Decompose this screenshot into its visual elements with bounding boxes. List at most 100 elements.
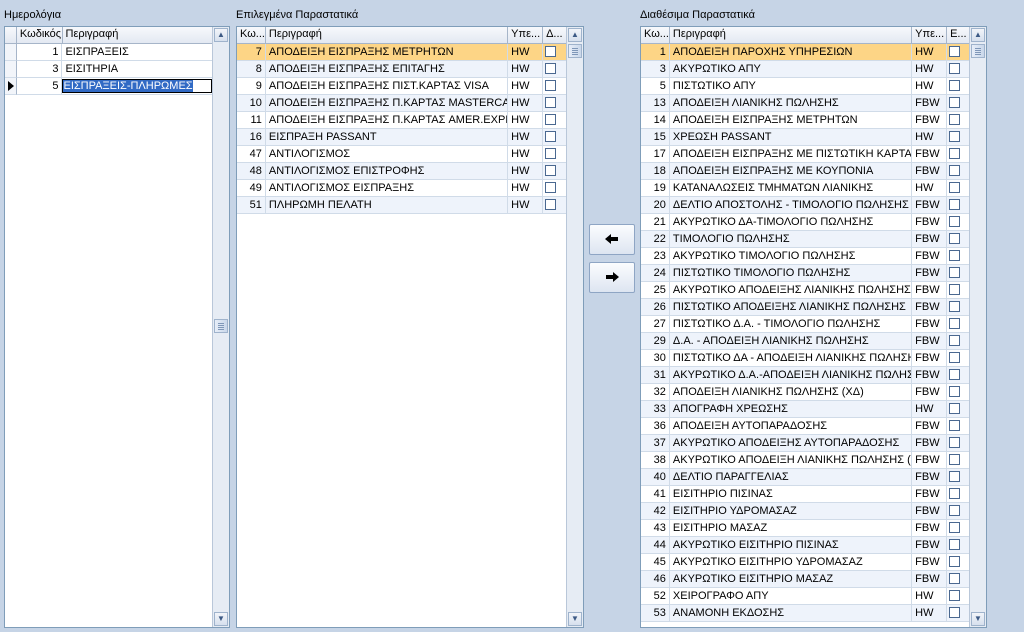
cell-description[interactable]: ΕΙΣΠΡΑΞΗ PASSANT — [265, 129, 509, 146]
row-checkbox[interactable] — [949, 403, 961, 414]
table-row[interactable]: 43 ΕΙΣΙΤΗΡΙΟ ΜΑΣΑΖ FBW — [641, 520, 971, 537]
table-row[interactable]: 1 ΕΙΣΠΡΑΞΕΙΣ — [5, 44, 213, 61]
table-row[interactable]: 42 ΕΙΣΙΤΗΡΙΟ ΥΔΡΟΜΑΣΑΖ FBW — [641, 503, 971, 520]
cell-type[interactable]: HW — [508, 78, 544, 95]
cell-type[interactable]: FBW — [912, 554, 948, 571]
cell-code[interactable]: 47 — [237, 146, 266, 163]
cell-type[interactable]: FBW — [912, 299, 948, 316]
cell-description[interactable]: ΑΝΑΜΟΝΗ ΕΚΔΟΣΗΣ — [669, 605, 913, 622]
cell-code[interactable]: 15 — [641, 129, 670, 146]
cell-code[interactable]: 11 — [237, 112, 266, 129]
row-checkbox[interactable] — [949, 131, 961, 142]
row-indicator[interactable] — [5, 44, 17, 61]
cell-description[interactable]: Δ.Α. - ΑΠΟΔΕΙΞΗ ΛΙΑΝΙΚΗΣ ΠΩΛΗΣΗΣ — [669, 333, 913, 350]
cell-description[interactable]: ΑΝΤΙΛΟΓΙΣΜΟΣ ΕΙΣΠΡΑΞΗΣ — [265, 180, 509, 197]
row-checkbox[interactable] — [545, 199, 557, 210]
row-checkbox[interactable] — [949, 46, 961, 57]
cell-code[interactable]: 7 — [237, 44, 266, 61]
cell-code[interactable]: 46 — [641, 571, 670, 588]
cell-type[interactable]: HW — [912, 78, 948, 95]
row-checkbox[interactable] — [949, 573, 961, 584]
chevron-up-icon[interactable]: ▲ — [568, 28, 582, 42]
cell-type[interactable]: HW — [912, 588, 948, 605]
cell-code[interactable]: 5 — [641, 78, 670, 95]
cell-code[interactable]: 18 — [641, 163, 670, 180]
cell-flag[interactable] — [947, 520, 971, 537]
cell-description[interactable]: ΑΠΟΔΕΙΞΗ ΠΑΡΟΧΗΣ ΥΠΗΡΕΣΙΩΝ — [669, 44, 913, 61]
table-row[interactable]: 18 ΑΠΟΔΕΙΞΗ ΕΙΣΠΡΑΞΗΣ ΜΕ ΚΟΥΠΟΝΙΑ FBW — [641, 163, 971, 180]
cell-flag[interactable] — [543, 78, 567, 95]
cell-flag[interactable] — [947, 588, 971, 605]
cell-code[interactable]: 20 — [641, 197, 670, 214]
cell-flag[interactable] — [543, 146, 567, 163]
row-checkbox[interactable] — [949, 590, 961, 601]
table-row[interactable]: 11ΑΠΟΔΕΙΞΗ ΕΙΣΠΡΑΞΗΣ Π.ΚΑΡΤΑΣ AMER.EXPRE… — [237, 112, 567, 129]
cell-description[interactable]: ΑΚΥΡΩΤΙΚΟ Δ.Α.-ΑΠΟΔΕΙΞΗ ΛΙΑΝΙΚΗΣ ΠΩΛΗΣΗΣ — [669, 367, 913, 384]
table-row[interactable]: 5 ΠΙΣΤΩΤΙΚΟ ΑΠΥ HW — [641, 78, 971, 95]
cell-type[interactable]: FBW — [912, 486, 948, 503]
cell-description[interactable]: ΕΙΣΙΤΗΡΙΟ ΠΙΣΙΝΑΣ — [669, 486, 913, 503]
cell-type[interactable]: FBW — [912, 316, 948, 333]
table-row[interactable]: 44 ΑΚΥΡΩΤΙΚΟ ΕΙΣΙΤΗΡΙΟ ΠΙΣΙΝΑΣ FBW — [641, 537, 971, 554]
cell-flag[interactable] — [543, 112, 567, 129]
selected-docs-scrollbar[interactable]: ▲ ▼ — [566, 27, 583, 627]
cell-type[interactable]: HW — [508, 61, 544, 78]
cell-type[interactable]: HW — [912, 605, 948, 622]
cell-flag[interactable] — [947, 248, 971, 265]
cell-type[interactable]: FBW — [912, 469, 948, 486]
cell-flag[interactable] — [947, 44, 971, 61]
row-checkbox[interactable] — [949, 454, 961, 465]
cell-flag[interactable] — [947, 265, 971, 282]
cell-type[interactable]: FBW — [912, 112, 948, 129]
table-row[interactable]: 27 ΠΙΣΤΩΤΙΚΟ Δ.Α. - ΤΙΜΟΛΟΓΙΟ ΠΩΛΗΣΗΣ FBW — [641, 316, 971, 333]
row-checkbox[interactable] — [949, 352, 961, 363]
cell-flag[interactable] — [947, 231, 971, 248]
row-checkbox[interactable] — [545, 165, 557, 176]
cell-flag[interactable] — [947, 435, 971, 452]
cell-code[interactable]: 31 — [641, 367, 670, 384]
row-checkbox[interactable] — [949, 539, 961, 550]
cell-description[interactable]: ΠΙΣΤΩΤΙΚΟ ΑΠΟΔΕΙΞΗΣ ΛΙΑΝΙΚΗΣ ΠΩΛΗΣΗΣ — [669, 299, 913, 316]
cell-description[interactable]: ΑΠΟΔΕΙΞΗ ΕΙΣΠΡΑΞΗΣ Π.ΚΑΡΤΑΣ AMER.EXPRESS — [265, 112, 509, 129]
row-checkbox[interactable] — [949, 471, 961, 482]
row-checkbox[interactable] — [949, 80, 961, 91]
scroll-thumb[interactable] — [214, 319, 228, 333]
chevron-down-icon[interactable]: ▼ — [568, 612, 582, 626]
table-row[interactable]: 14 ΑΠΟΔΕΙΞΗ ΕΙΣΠΡΑΞΗΣ ΜΕΤΡΗΤΩΝ FBW — [641, 112, 971, 129]
column-header-code[interactable]: Κωδικός — [17, 27, 63, 43]
table-row[interactable]: 31 ΑΚΥΡΩΤΙΚΟ Δ.Α.-ΑΠΟΔΕΙΞΗ ΛΙΑΝΙΚΗΣ ΠΩΛΗΣ… — [641, 367, 971, 384]
cell-type[interactable]: FBW — [912, 367, 948, 384]
cell-type[interactable]: FBW — [912, 231, 948, 248]
column-header-description[interactable]: Περιγραφή — [266, 27, 509, 43]
cell-description[interactable]: ΑΚΥΡΩΤΙΚΟ ΤΙΜΟΛΟΓΙΟ ΠΩΛΗΣΗΣ — [669, 248, 913, 265]
cell-flag[interactable] — [947, 401, 971, 418]
table-row[interactable]: 37 ΑΚΥΡΩΤΙΚΟ ΑΠΟΔΕΙΞΗΣ ΑΥΤΟΠΑΡΑΔΟΣΗΣ FBW — [641, 435, 971, 452]
cell-code[interactable]: 25 — [641, 282, 670, 299]
row-checkbox[interactable] — [545, 46, 557, 57]
cell-type[interactable]: HW — [912, 129, 948, 146]
cell-flag[interactable] — [947, 503, 971, 520]
cell-type[interactable]: FBW — [912, 537, 948, 554]
row-checkbox[interactable] — [949, 420, 961, 431]
column-header-description[interactable]: Περιγραφή — [670, 27, 913, 43]
table-row[interactable]: 41 ΕΙΣΙΤΗΡΙΟ ΠΙΣΙΝΑΣ FBW — [641, 486, 971, 503]
cell-type[interactable]: HW — [508, 197, 544, 214]
table-row[interactable]: 45 ΑΚΥΡΩΤΙΚΟ ΕΙΣΙΤΗΡΙΟ ΥΔΡΟΜΑΣΑΖ FBW — [641, 554, 971, 571]
cell-code[interactable]: 21 — [641, 214, 670, 231]
cell-description[interactable]: ΑΚΥΡΩΤΙΚΟ ΕΙΣΙΤΗΡΙΟ ΥΔΡΟΜΑΣΑΖ — [669, 554, 913, 571]
cell-description[interactable]: ΑΚΥΡΩΤΙΚΟ ΕΙΣΙΤΗΡΙΟ ΜΑΣΑΖ — [669, 571, 913, 588]
cell-code[interactable]: 42 — [641, 503, 670, 520]
cell-description[interactable]: ΑΝΤΙΛΟΓΙΣΜΟΣ ΕΠΙΣΤΡΟΦΗΣ — [265, 163, 509, 180]
column-header-code[interactable]: Κω... — [641, 27, 670, 43]
cell-code[interactable]: 44 — [641, 537, 670, 554]
table-row[interactable]: 21 ΑΚΥΡΩΤΙΚΟ ΔΑ-ΤΙΜΟΛΟΓΙΟ ΠΩΛΗΣΗΣ FBW — [641, 214, 971, 231]
table-row[interactable]: 5 ΕΙΣΠΡΑΞΕΙΣ-ΠΛΗΡΩΜΕΣ — [5, 78, 213, 95]
chevron-up-icon[interactable]: ▲ — [214, 28, 228, 42]
cell-code[interactable]: 53 — [641, 605, 670, 622]
cell-description[interactable]: ΑΠΟΔΕΙΞΗ ΛΙΑΝΙΚΗΣ ΠΩΛΗΣΗΣ — [669, 95, 913, 112]
row-checkbox[interactable] — [949, 301, 961, 312]
row-checkbox[interactable] — [545, 80, 557, 91]
cell-description[interactable]: ΑΚΥΡΩΤΙΚΟ ΑΠΟΔΕΙΞΗΣ ΛΙΑΝΙΚΗΣ ΠΩΛΗΣΗΣ — [669, 282, 913, 299]
cell-code[interactable]: 8 — [237, 61, 266, 78]
cell-description[interactable]: ΠΙΣΤΩΤΙΚΟ ΔΑ - ΑΠΟΔΕΙΞΗ ΛΙΑΝΙΚΗΣ ΠΩΛΗΣΗΣ — [669, 350, 913, 367]
